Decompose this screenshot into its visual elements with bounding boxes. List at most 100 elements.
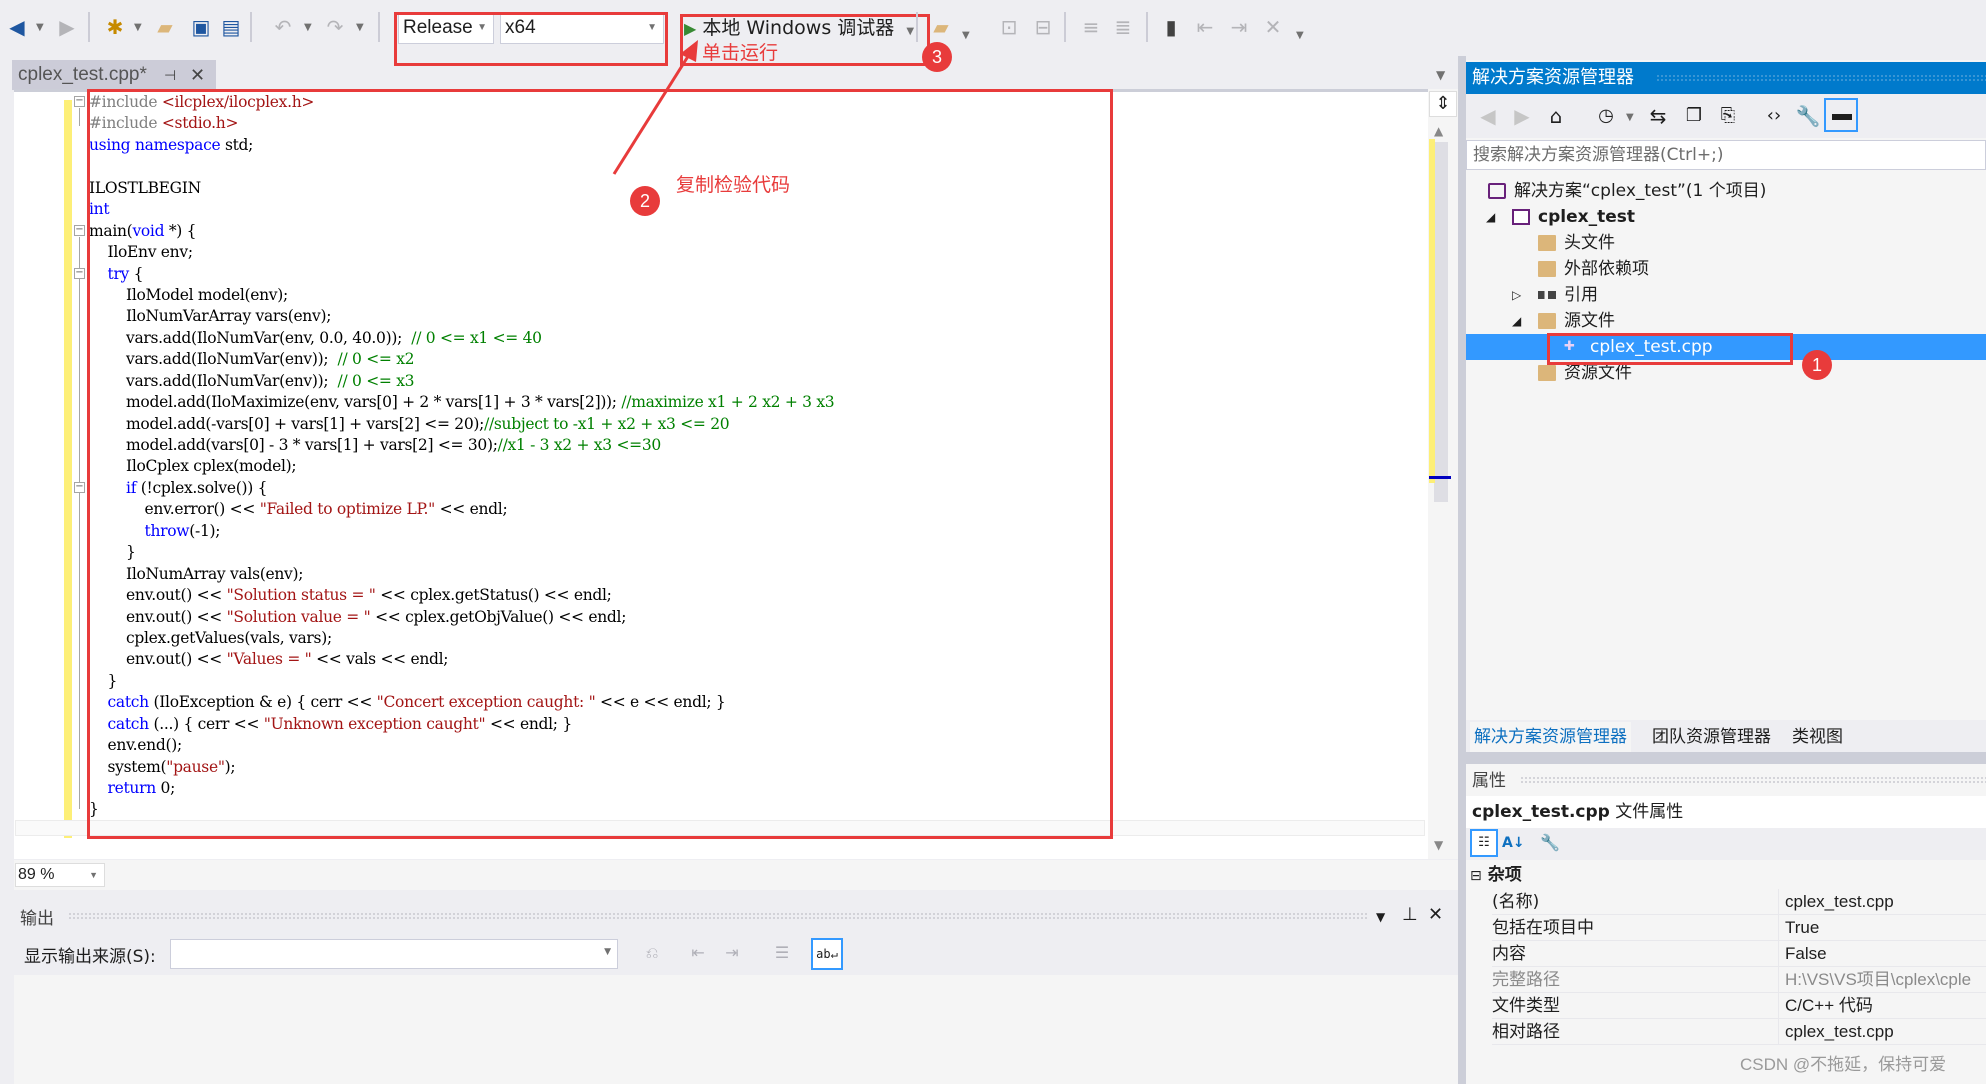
property-row[interactable]: 包括在项目中 True — [1492, 915, 1986, 941]
toolbar-overflow-icon[interactable]: ▼ — [1296, 30, 1304, 41]
panel-tab[interactable]: 类视图 — [1788, 722, 1847, 752]
property-row[interactable]: 完整路径 H:\VS\VS项目\cplex\cple — [1492, 967, 1986, 993]
property-value[interactable]: cplex_test.cpp — [1778, 1019, 1986, 1045]
fold-toggle[interactable]: − — [74, 225, 85, 236]
outdent-icon[interactable]: ≡ — [1078, 14, 1104, 40]
collapse-all-icon[interactable]: ❐ — [1680, 102, 1708, 130]
home-icon[interactable]: ⌂ — [1542, 102, 1570, 130]
expand-icon[interactable]: ▷ — [1512, 282, 1521, 308]
property-row[interactable]: 文件类型 C/C++ 代码 — [1492, 993, 1986, 1019]
panel-splitter[interactable] — [1466, 752, 1986, 764]
forward-icon[interactable]: ▶ — [1508, 102, 1536, 130]
property-row[interactable]: 内容 False — [1492, 941, 1986, 967]
toolbar-overflow-icon[interactable]: ▼ — [962, 30, 970, 41]
property-category[interactable]: ⊟ 杂项 — [1466, 862, 1522, 889]
preview-selected-button[interactable] — [1824, 98, 1858, 132]
new-project-icon[interactable]: ✱ — [102, 14, 128, 40]
output-source-select[interactable]: ▼ — [170, 939, 618, 969]
output-title: 输出 — [20, 909, 54, 929]
property-value[interactable]: H:\VS\VS项目\cplex\cple — [1778, 967, 1986, 993]
pending-changes-filter-icon[interactable]: ◷ — [1592, 102, 1620, 130]
undo-dropdown-icon[interactable]: ▼ — [304, 22, 312, 33]
open-file-icon[interactable]: ▰ — [152, 14, 178, 40]
close-icon[interactable]: ✕ — [190, 60, 205, 90]
pin-icon[interactable]: ⊣ — [164, 60, 176, 90]
clear-all-icon[interactable]: ☰ — [770, 940, 794, 966]
word-wrap-button[interactable]: ab↵ — [811, 938, 843, 970]
properties-object-header[interactable]: cplex_test.cpp 文件属性 — [1466, 796, 1986, 828]
property-name: 完整路径 — [1492, 970, 1560, 990]
undo-icon[interactable]: ↶ — [270, 14, 296, 40]
property-row[interactable]: (名称) cplex_test.cpp — [1492, 889, 1986, 915]
tree-item-label: 解决方案“cplex_test”(1 个项目) — [1514, 181, 1767, 201]
find-in-files-icon[interactable]: ▰ — [928, 14, 954, 40]
collapse-category-icon[interactable]: ⊟ — [1470, 868, 1482, 884]
split-editor-icon[interactable]: ⇕ — [1429, 91, 1457, 117]
forward-icon[interactable]: ▶ — [54, 14, 80, 40]
window-position-icon[interactable]: ▼ — [1376, 910, 1385, 924]
property-value[interactable]: C/C++ 代码 — [1778, 993, 1986, 1019]
tree-item[interactable]: ◢ cplex_test — [1466, 204, 1986, 230]
references-icon — [1538, 291, 1556, 299]
next-message-icon[interactable]: ⇥ — [720, 940, 744, 966]
save-all-icon[interactable]: ▤ — [218, 14, 244, 40]
bookmark-icon[interactable]: ▮ — [1158, 14, 1184, 40]
find-message-icon[interactable]: ⎌ — [640, 940, 664, 966]
scroll-up-icon[interactable]: ▲ — [1434, 124, 1443, 138]
external-deps-icon — [1538, 261, 1556, 277]
panel-splitter[interactable] — [1458, 56, 1466, 1084]
save-icon[interactable]: ▣ — [188, 14, 214, 40]
tree-item[interactable]: ▷ 引用 — [1466, 282, 1986, 308]
back-dropdown-icon[interactable]: ▼ — [36, 22, 44, 33]
toolbar-separator — [378, 12, 380, 42]
zoom-select[interactable]: 89 % ▼ — [15, 863, 105, 887]
annotation-copy-hint: 复制检验代码 — [676, 174, 791, 196]
prev-message-icon[interactable]: ⇤ — [686, 940, 710, 966]
tree-item[interactable]: 外部依赖项 — [1466, 256, 1986, 282]
indent-icon[interactable]: ≣ — [1110, 14, 1136, 40]
comment-icon[interactable]: ⊡ — [996, 14, 1022, 40]
collapse-icon[interactable]: ◢ — [1512, 308, 1521, 334]
prev-bookmark-icon[interactable]: ⇤ — [1192, 14, 1218, 40]
back-icon[interactable]: ◀ — [1474, 102, 1502, 130]
chevron-down-icon[interactable]: ▼ — [1626, 112, 1634, 123]
property-name: 内容 — [1492, 944, 1526, 964]
properties-wrench-icon[interactable]: 🔧 — [1794, 102, 1822, 130]
close-icon[interactable]: ✕ — [1428, 904, 1443, 925]
alphabetical-sort-icon[interactable]: A↓ — [1502, 830, 1525, 856]
editor-status-bar — [14, 860, 1458, 890]
tree-item[interactable]: 解决方案“cplex_test”(1 个项目) — [1466, 178, 1986, 204]
fold-toggle[interactable]: − — [74, 482, 85, 493]
categorized-view-button[interactable]: ☷ — [1470, 829, 1498, 857]
tab-list-dropdown-icon[interactable]: ▼ — [1436, 68, 1445, 82]
property-pages-wrench-icon[interactable]: 🔧 — [1540, 830, 1560, 856]
panel-tab[interactable]: 解决方案资源管理器 — [1470, 722, 1631, 752]
redo-dropdown-icon[interactable]: ▼ — [356, 22, 364, 33]
view-code-icon[interactable]: ‹› — [1760, 102, 1788, 130]
tree-item[interactable]: 头文件 — [1466, 230, 1986, 256]
property-value[interactable]: True — [1778, 915, 1986, 941]
preview-icon — [1832, 114, 1852, 120]
fold-line — [79, 237, 80, 809]
scrollbar-thumb[interactable] — [1434, 142, 1448, 502]
property-value[interactable]: False — [1778, 941, 1986, 967]
scroll-down-icon[interactable]: ▼ — [1434, 838, 1443, 852]
next-bookmark-icon[interactable]: ⇥ — [1226, 14, 1252, 40]
property-row[interactable]: 相对路径 cplex_test.cpp — [1492, 1019, 1986, 1045]
fold-toggle[interactable]: − — [74, 268, 85, 279]
back-icon[interactable]: ◀ — [4, 14, 30, 40]
document-tab[interactable]: cplex_test.cpp* ⊣ ✕ — [12, 60, 216, 90]
tree-item[interactable]: ◢ 源文件 — [1466, 308, 1986, 334]
pin-icon[interactable]: ⊥ — [1402, 904, 1418, 925]
redo-icon[interactable]: ↷ — [322, 14, 348, 40]
panel-tab[interactable]: 团队资源管理器 — [1648, 722, 1775, 752]
sync-icon[interactable]: ⇆ — [1644, 102, 1672, 130]
show-all-files-icon[interactable]: ⎘ — [1714, 102, 1742, 130]
solution-search-input[interactable]: 搜索解决方案资源管理器(Ctrl+;) — [1466, 140, 1986, 170]
fold-toggle[interactable]: − — [74, 96, 85, 107]
property-value[interactable]: cplex_test.cpp — [1778, 889, 1986, 915]
clear-bookmarks-icon[interactable]: ✕ — [1260, 14, 1286, 40]
uncomment-icon[interactable]: ⊟ — [1030, 14, 1056, 40]
new-project-dropdown-icon[interactable]: ▼ — [134, 22, 142, 33]
collapse-icon[interactable]: ◢ — [1486, 204, 1495, 230]
